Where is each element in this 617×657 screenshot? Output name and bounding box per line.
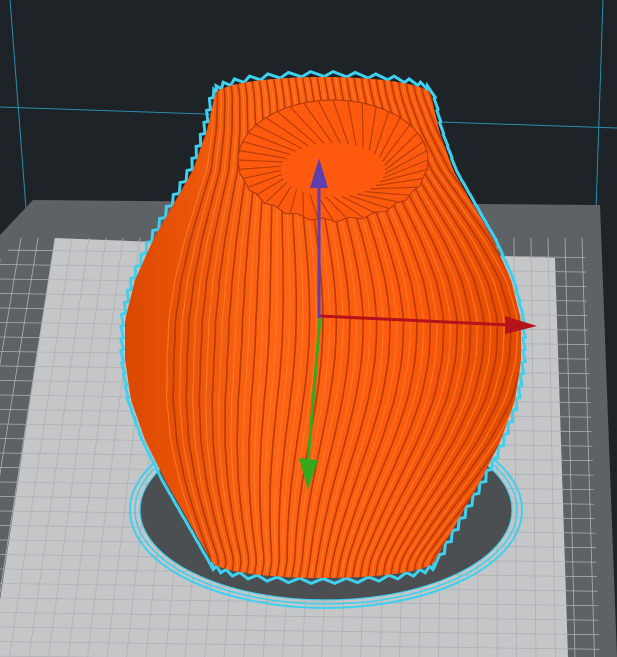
vase-model[interactable] xyxy=(119,69,531,586)
inner-ridge xyxy=(302,192,305,218)
scene-canvas[interactable] xyxy=(0,0,617,657)
3d-viewport[interactable] xyxy=(0,0,617,657)
inner-ridge xyxy=(361,102,364,148)
